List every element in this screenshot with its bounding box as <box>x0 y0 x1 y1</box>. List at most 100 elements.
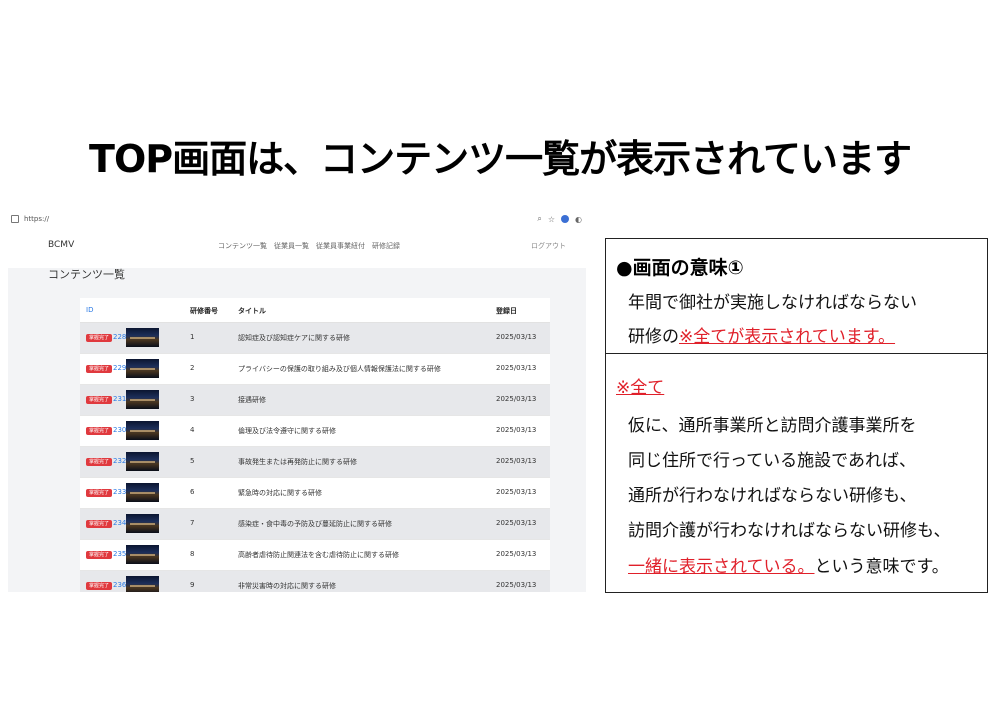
header-id[interactable]: ID <box>86 306 93 314</box>
status-badge: 掌握完了 <box>86 582 113 590</box>
note-line: 一緒に表示されている。という意味です。 <box>628 552 949 577</box>
browser-toolbar: https:// ⌕ ☆ ◐ <box>8 212 586 229</box>
registered-date: 2025/03/13 <box>496 519 537 527</box>
content-thumbnail[interactable] <box>126 545 159 564</box>
explanation-text: 研修の <box>628 327 679 347</box>
status-badge: 掌握完了 <box>86 458 113 466</box>
browser-screenshot: https:// ⌕ ☆ ◐ BCMV コンテンツ一覧 従業員一覧 従業員事業紐… <box>8 212 586 592</box>
training-number: 5 <box>190 457 195 465</box>
note-line: 同じ住所で行っている施設であれば、 <box>628 451 916 471</box>
logout-link[interactable]: ログアウト <box>531 241 566 251</box>
content-thumbnail[interactable] <box>126 359 159 378</box>
slide-title: TOP画面は、コンテンツ一覧が表示されています <box>89 137 912 181</box>
extension-icon[interactable]: ◐ <box>575 215 582 224</box>
note-line: 通所が行わなければならない研修も、 <box>628 486 917 506</box>
search-icon[interactable]: ⌕ <box>537 214 541 224</box>
note-line: 訪問介護が行わなければならない研修も、 <box>628 521 951 541</box>
table-row[interactable]: 掌握完了 231 3 接遇研修 2025/03/13 <box>80 385 550 416</box>
table-row[interactable]: 掌握完了 230 4 倫理及び法令遵守に関する研修 2025/03/13 <box>80 416 550 447</box>
profile-icon[interactable] <box>561 215 570 223</box>
header-number: 研修番号 <box>190 307 218 315</box>
training-title[interactable]: 事故発生または再発防止に関する研修 <box>238 457 357 467</box>
registered-date: 2025/03/13 <box>496 550 537 558</box>
training-title[interactable]: 高齢者虐待防止関連法を含む虐待防止に関する研修 <box>238 550 399 560</box>
content-id-link[interactable]: 234 <box>113 519 126 527</box>
table-row[interactable]: 掌握完了 233 6 緊急時の対応に関する研修 2025/03/13 <box>80 478 550 509</box>
status-badge: 掌握完了 <box>86 489 113 497</box>
lock-icon <box>11 215 19 223</box>
training-number: 2 <box>190 364 195 372</box>
table-header: ID 研修番号 タイトル 登録日 <box>80 298 550 323</box>
content-thumbnail[interactable] <box>126 483 159 502</box>
training-title[interactable]: プライバシーの保護の取り組み及び個人情報保護法に関する研修 <box>238 364 441 374</box>
emphasis-text: 一緒に表示されている。 <box>628 557 815 577</box>
nav-employee-office-link[interactable]: 従業員事業紐付 <box>316 241 365 251</box>
contents-table: ID 研修番号 タイトル 登録日 掌握完了 228 1 認知症及び認知症ケアに関する研… <box>80 298 550 592</box>
content-id-link[interactable]: 229 <box>113 364 126 372</box>
training-number: 4 <box>190 426 195 434</box>
training-title[interactable]: 接遇研修 <box>238 395 266 405</box>
content-id-link[interactable]: 232 <box>113 457 126 465</box>
explanation-box: ●画面の意味① 年間で御社が実施しなければならない 研修の※全てが表示されていま… <box>605 238 988 593</box>
content-thumbnail[interactable] <box>126 514 159 533</box>
status-badge: 掌握完了 <box>86 334 113 342</box>
training-title[interactable]: 緊急時の対応に関する研修 <box>238 488 322 498</box>
status-badge: 掌握完了 <box>86 551 113 559</box>
table-row[interactable]: 掌握完了 228 1 認知症及び認知症ケアに関する研修 2025/03/13 <box>80 323 550 354</box>
content-thumbnail[interactable] <box>126 576 159 592</box>
nav-links: コンテンツ一覧 従業員一覧 従業員事業紐付 研修記録 <box>218 241 400 251</box>
note-text: という意味です。 <box>814 557 949 577</box>
note-line: 仮に、通所事業所と訪問介護事業所を <box>628 416 917 436</box>
training-number: 1 <box>190 333 195 341</box>
registered-date: 2025/03/13 <box>496 364 537 372</box>
table-row[interactable]: 掌握完了 235 8 高齢者虐待防止関連法を含む虐待防止に関する研修 2025/03/1… <box>80 540 550 571</box>
header-date: 登録日 <box>496 307 517 315</box>
emphasis-text: ※全てが表示されています。 <box>679 327 896 347</box>
address-bar[interactable]: https:// <box>24 215 49 223</box>
content-thumbnail[interactable] <box>126 421 159 440</box>
registered-date: 2025/03/13 <box>496 581 537 589</box>
content-thumbnail[interactable] <box>126 390 159 409</box>
divider <box>606 353 987 354</box>
status-badge: 掌握完了 <box>86 365 113 373</box>
training-number: 6 <box>190 488 195 496</box>
training-number: 3 <box>190 395 195 403</box>
content-id-link[interactable]: 235 <box>113 550 126 558</box>
explanation-line: 年間で御社が実施しなければならない <box>628 293 917 313</box>
content-id-link[interactable]: 228 <box>113 333 126 341</box>
content-id-link[interactable]: 236 <box>113 581 126 589</box>
table-row[interactable]: 掌握完了 234 7 感染症・食中毒の予防及び蔓延防止に関する研修 2025/03/13 <box>80 509 550 540</box>
content-id-link[interactable]: 230 <box>113 426 126 434</box>
brand-logo[interactable]: BCMV <box>48 240 74 250</box>
registered-date: 2025/03/13 <box>496 488 537 496</box>
nav-employees[interactable]: 従業員一覧 <box>274 241 309 251</box>
explanation-line: 研修の※全てが表示されています。 <box>628 322 895 347</box>
training-title[interactable]: 認知症及び認知症ケアに関する研修 <box>238 333 350 343</box>
content-thumbnail[interactable] <box>126 452 159 471</box>
registered-date: 2025/03/13 <box>496 426 537 434</box>
registered-date: 2025/03/13 <box>496 457 537 465</box>
table-row[interactable]: 掌握完了 236 9 非常災害時の対応に関する研修 2025/03/13 <box>80 571 550 592</box>
content-thumbnail[interactable] <box>126 328 159 347</box>
explanation-heading: ●画面の意味① <box>616 257 744 279</box>
nav-contents[interactable]: コンテンツ一覧 <box>218 241 267 251</box>
nav-training-records[interactable]: 研修記録 <box>372 241 400 251</box>
content-id-link[interactable]: 233 <box>113 488 126 496</box>
star-icon[interactable]: ☆ <box>548 215 555 224</box>
status-badge: 掌握完了 <box>86 427 113 435</box>
app-navbar: BCMV コンテンツ一覧 従業員一覧 従業員事業紐付 研修記録 ログアウト <box>8 228 586 268</box>
page-title: コンテンツ一覧 <box>48 268 125 281</box>
status-badge: 掌握完了 <box>86 520 113 528</box>
content-id-link[interactable]: 231 <box>113 395 126 403</box>
training-title[interactable]: 倫理及び法令遵守に関する研修 <box>238 426 336 436</box>
registered-date: 2025/03/13 <box>496 333 537 341</box>
note-heading: ※全て <box>616 378 665 398</box>
header-title: タイトル <box>238 307 266 315</box>
table-row[interactable]: 掌握完了 229 2 プライバシーの保護の取り組み及び個人情報保護法に関する研修 202… <box>80 354 550 385</box>
training-number: 8 <box>190 550 195 558</box>
training-title[interactable]: 感染症・食中毒の予防及び蔓延防止に関する研修 <box>238 519 392 529</box>
training-number: 9 <box>190 581 195 589</box>
training-title[interactable]: 非常災害時の対応に関する研修 <box>238 581 336 591</box>
table-row[interactable]: 掌握完了 232 5 事故発生または再発防止に関する研修 2025/03/13 <box>80 447 550 478</box>
status-badge: 掌握完了 <box>86 396 113 404</box>
